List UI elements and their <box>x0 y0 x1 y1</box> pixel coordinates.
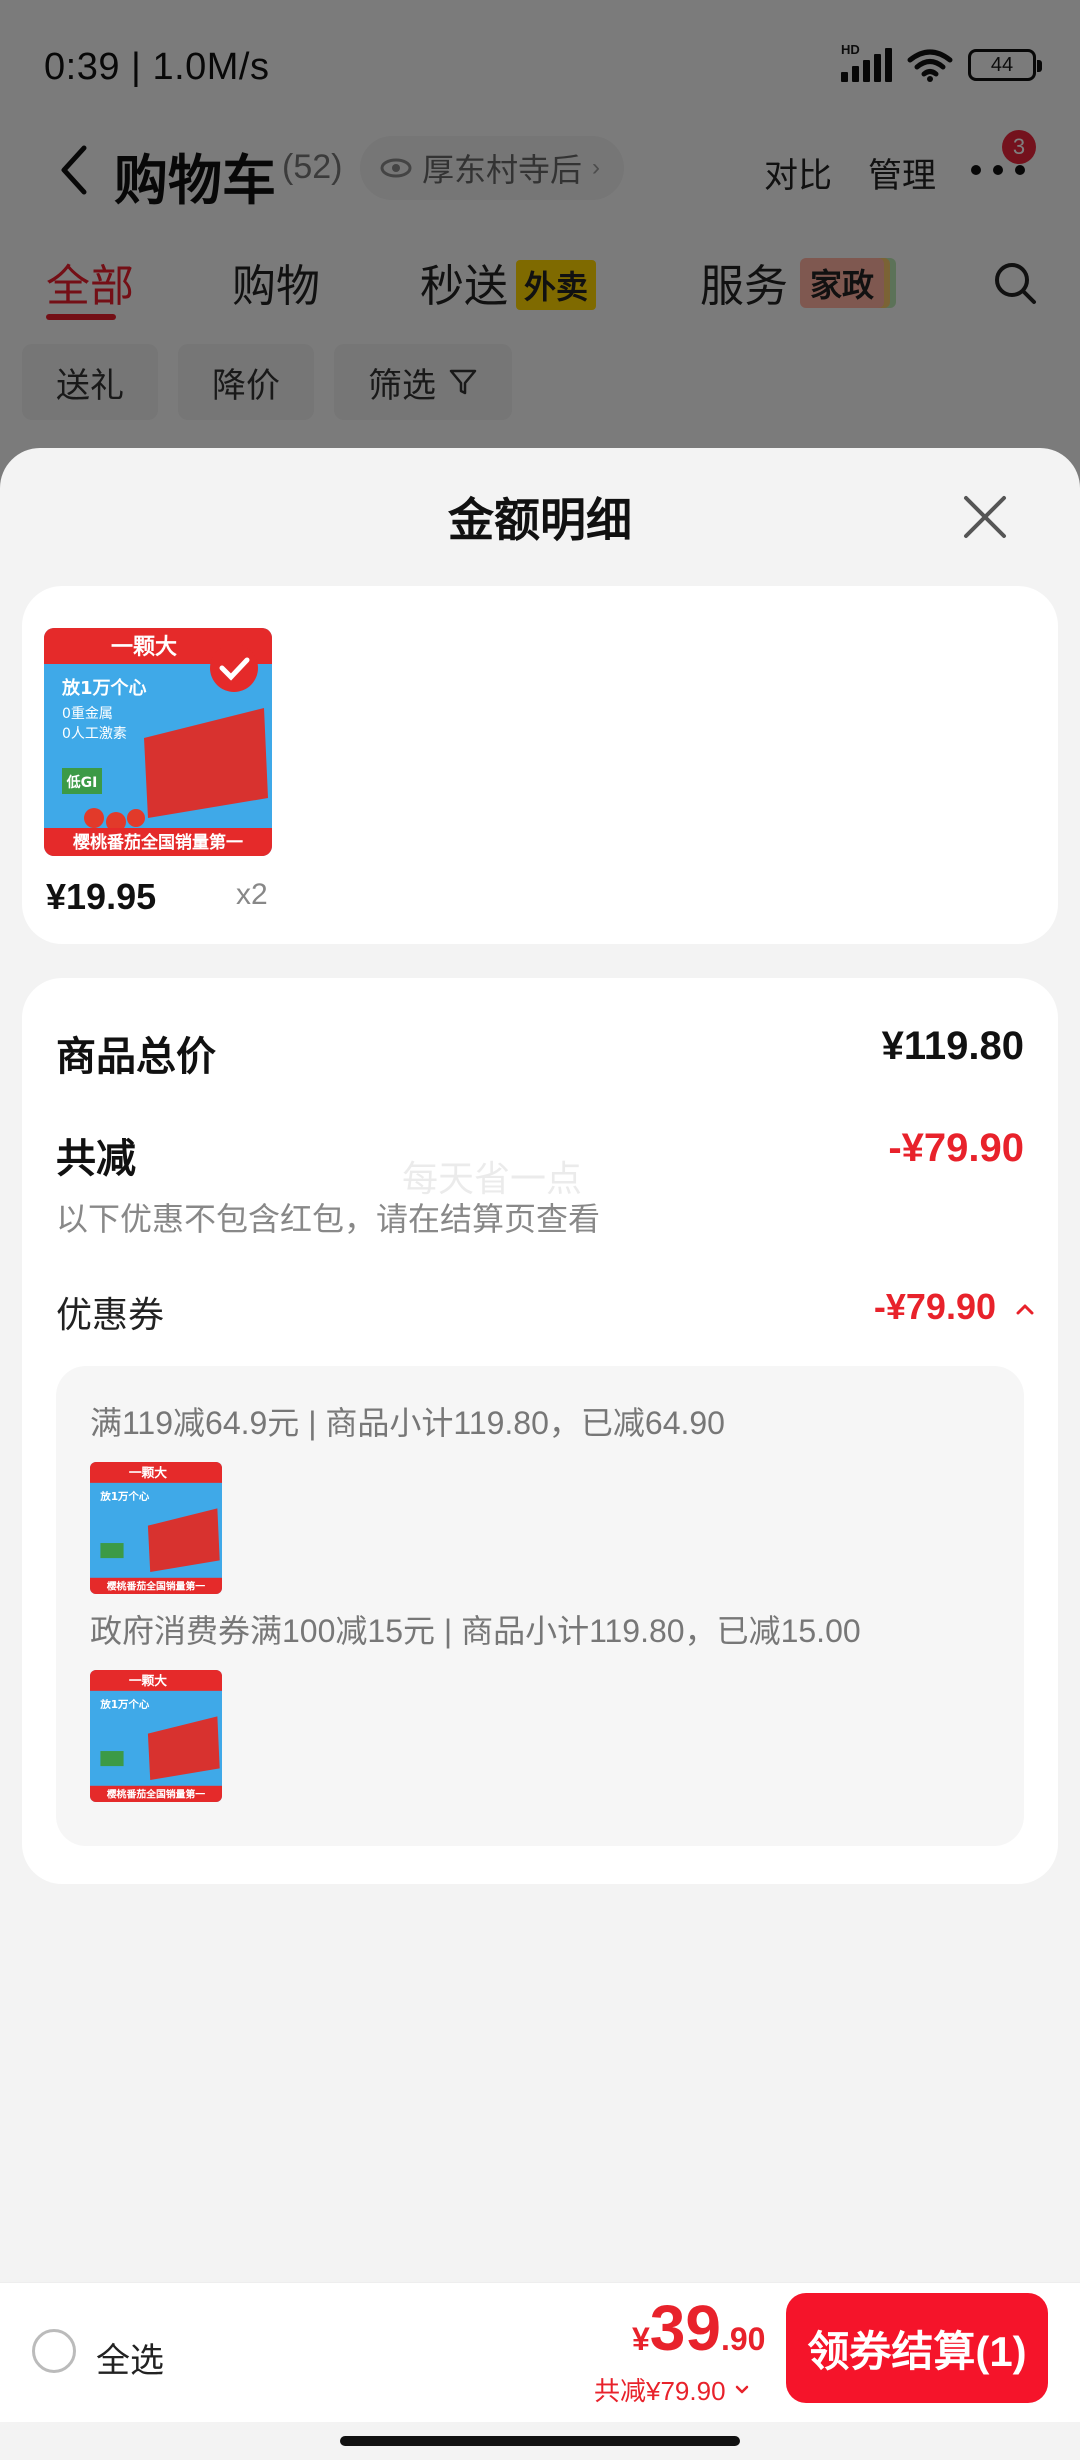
select-all-label[interactable]: 全选 <box>96 2333 164 2382</box>
price-decimal: .90 <box>720 2321 766 2357</box>
thumb-graphic-1: 一颗大 放1万个心 樱桃番茄全国销量第一 <box>90 1462 222 1594</box>
product-price: ¥19.95 <box>46 876 157 917</box>
thumb-brand-1: 一颗大 <box>129 1465 167 1481</box>
discount-label: 共减 <box>56 1137 136 1181</box>
coupon-value[interactable]: -¥79.90 <box>874 1286 996 1328</box>
price-integer: 39 <box>649 2292 721 2364</box>
coupon-label: 优惠券 <box>56 1294 165 1335</box>
sheet-title: 金额明细 <box>448 494 632 546</box>
home-indicator[interactable] <box>340 2436 740 2446</box>
checkout-button[interactable]: 领券结算(1) <box>786 2293 1048 2403</box>
thumb-banner-1: 樱桃番茄全国销量第一 <box>107 1579 205 1592</box>
product-quantity: x2 <box>236 878 268 911</box>
total-label: 商品总价 <box>56 1035 216 1079</box>
price-detail-card: 商品总价 ¥119.80 共减 -¥79.90 每天省一点 以下优惠不包含红包，… <box>22 978 1058 1884</box>
coupon-product-thumb-2: 一颗大 放1万个心 樱桃番茄全国销量第一 <box>90 1670 222 1802</box>
total-value: ¥119.80 <box>881 1024 1024 1068</box>
amount-detail-sheet: 金额明细 一颗大 放1万个心 0重金属 0人工激素 低GI 樱桃番茄全国销量第一 <box>0 448 1080 2460</box>
coupon-product-thumb-1: 一颗大 放1万个心 樱桃番茄全国销量第一 <box>90 1462 222 1594</box>
thumb-brand-2: 一颗大 <box>129 1673 167 1689</box>
product-image[interactable]: 一颗大 放1万个心 0重金属 0人工激素 低GI 樱桃番茄全国销量第一 <box>44 628 272 856</box>
low-gi-badge: 低GI <box>66 774 98 791</box>
close-icon[interactable] <box>962 494 1008 540</box>
discount-value: -¥79.90 <box>888 1126 1024 1170</box>
currency-symbol: ¥ <box>632 2321 650 2357</box>
chevron-down-icon <box>735 2385 748 2393</box>
coupon-line-2: 政府消费券满100减15元 | 商品小计119.80，已减15.00 <box>90 1613 861 1649</box>
thumb-graphic-2: 一颗大 放1万个心 樱桃番茄全国销量第一 <box>90 1670 222 1802</box>
coupon-line-1: 满119减64.9元 | 商品小计119.80，已减64.90 <box>90 1405 725 1441</box>
discount-note: 以下优惠不包含红包，请在结算页查看 <box>56 1201 601 1237</box>
chevron-up-icon[interactable] <box>1010 1294 1040 1324</box>
product-image-graphic: 一颗大 放1万个心 0重金属 0人工激素 低GI 樱桃番茄全国销量第一 <box>44 628 272 856</box>
thumb-banner-2: 樱桃番茄全国销量第一 <box>107 1787 205 1800</box>
select-all-radio[interactable] <box>32 2329 76 2373</box>
thumb-slogan-2: 放1万个心 <box>99 1698 149 1711</box>
coupon-list: 满119减64.9元 | 商品小计119.80，已减64.90 一颗大 放1万个… <box>56 1366 1024 1846</box>
product-claim-1: 0重金属 <box>62 706 113 722</box>
product-claim-2: 0人工激素 <box>62 725 127 742</box>
discount-summary[interactable]: 共减¥79.90 <box>594 2371 752 2408</box>
product-brand-text: 一颗大 <box>111 635 177 660</box>
total-payable: ¥ 39 .90 <box>632 2291 765 2365</box>
product-banner: 樱桃番茄全国销量第一 <box>73 832 243 853</box>
checkout-bar: 全选 ¥ 39 .90 共减¥79.90 领券结算(1) <box>0 2282 1080 2422</box>
discount-summary-text: 共减¥79.90 <box>594 2376 726 2406</box>
thumb-slogan-1: 放1万个心 <box>99 1490 149 1503</box>
product-card: 一颗大 放1万个心 0重金属 0人工激素 低GI 樱桃番茄全国销量第一 ¥19.… <box>22 586 1058 944</box>
product-slogan: 放1万个心 <box>61 677 147 699</box>
